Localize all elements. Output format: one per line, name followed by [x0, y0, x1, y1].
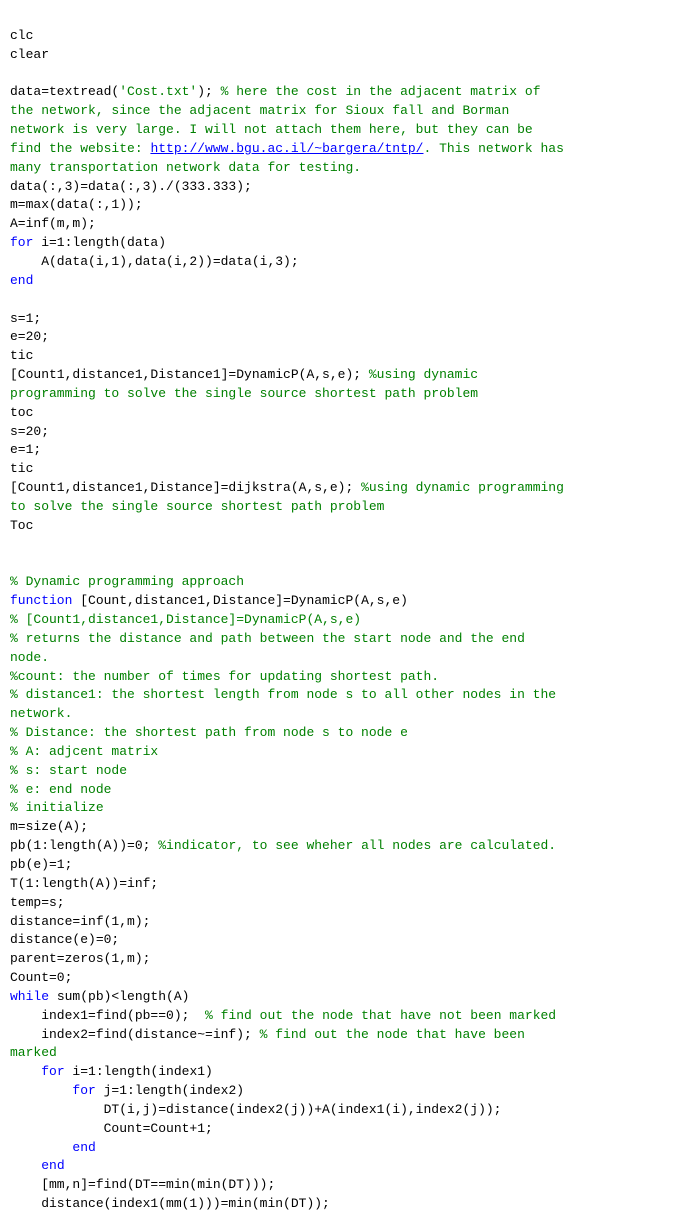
code-string-1: 'Cost.txt': [119, 84, 197, 99]
code-keyword-6: for: [72, 1083, 95, 1098]
code-line-13: [10, 1064, 41, 1079]
code-comment-8: % find out the node that have not been m…: [205, 1008, 556, 1023]
code-line-10: pb(e)=1; T(1:length(A))=inf; temp=s; dis…: [10, 857, 158, 985]
code-keyword-4: while: [10, 989, 49, 1004]
code-comment-5: % Dynamic programming approach: [10, 574, 244, 589]
code-line-3: data(:,3)=data(:,3)./(333.333); m=max(da…: [10, 179, 252, 232]
code-line-1: clc clear data=textread(: [10, 28, 119, 100]
code-editor: clc clear data=textread('Cost.txt'); % h…: [0, 0, 685, 1222]
code-keyword-8: end: [41, 1158, 64, 1173]
code-link-1[interactable]: http://www.bgu.ac.il/~bargera/tntp/: [150, 141, 423, 156]
code-line-6: toc s=20; e=1; tic [Count1,distance1,Dis…: [10, 405, 361, 495]
code-keyword-5: for: [41, 1064, 64, 1079]
code-line-12: index2=find(distance~=inf);: [10, 1027, 260, 1042]
code-line-8: [Count,distance1,Distance]=DynamicP(A,s,…: [72, 593, 407, 608]
code-keyword-2: end: [10, 273, 33, 288]
code-line-2: );: [197, 84, 220, 99]
code-comment-7: %indicator, to see wheher all nodes are …: [158, 838, 556, 853]
code-line-17: [mm,n]=find(DT==min(min(DT))); distance(…: [10, 1177, 330, 1211]
code-comment-6: % [Count1,distance1,Distance]=DynamicP(A…: [10, 612, 556, 815]
code-keyword-7: end: [72, 1140, 95, 1155]
code-line-4: i=1:length(data) A(data(i,1),data(i,2))=…: [10, 235, 299, 269]
code-line-16: [10, 1158, 41, 1173]
code-keyword-3: function: [10, 593, 72, 608]
code-keyword-1: for: [10, 235, 33, 250]
code-line-9: m=size(A); pb(1:length(A))=0;: [10, 819, 158, 853]
code-line-5: s=1; e=20; tic [Count1,distance1,Distanc…: [10, 311, 369, 383]
code-line-7: Toc: [10, 518, 33, 533]
